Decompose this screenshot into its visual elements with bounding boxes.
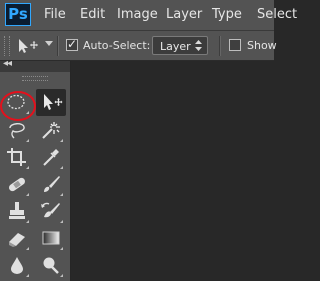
dodge-tool[interactable] bbox=[36, 252, 66, 279]
more-tools-triangle-icon bbox=[60, 220, 63, 223]
divider bbox=[219, 36, 221, 56]
dropdown-value: Layer bbox=[160, 40, 191, 53]
tool-preset-picker[interactable] bbox=[16, 37, 38, 55]
eraser-tool[interactable] bbox=[2, 225, 32, 252]
water-drop-icon bbox=[11, 257, 23, 274]
photoshop-logo: Ps bbox=[5, 3, 31, 26]
chevron-down-icon[interactable] bbox=[45, 41, 53, 46]
menu-layer[interactable]: Layer bbox=[166, 7, 202, 22]
eyedropper-tool[interactable] bbox=[36, 144, 66, 171]
auto-select-label: Auto-Select: bbox=[83, 39, 151, 52]
move-tool-icon bbox=[44, 94, 63, 110]
menu-bar: Ps File Edit Image Layer Type Select bbox=[0, 0, 297, 31]
more-tools-triangle-icon bbox=[60, 139, 63, 142]
crop-tool[interactable] bbox=[2, 144, 32, 171]
more-tools-triangle-icon bbox=[26, 166, 29, 169]
more-tools-triangle-icon bbox=[60, 274, 63, 277]
magic-wand-icon bbox=[42, 122, 60, 139]
more-tools-triangle-icon bbox=[60, 247, 63, 250]
crop-icon bbox=[7, 148, 26, 166]
document-canvas-area[interactable] bbox=[71, 61, 274, 281]
divider bbox=[57, 36, 59, 56]
more-tools-triangle-icon bbox=[26, 220, 29, 223]
menu-edit[interactable]: Edit bbox=[80, 7, 105, 22]
more-tools-triangle-icon bbox=[26, 274, 29, 277]
checkmark-icon: ✓ bbox=[67, 37, 78, 51]
show-label: Show bbox=[247, 39, 277, 52]
collapse-panel-icon[interactable]: ◂◂ bbox=[3, 58, 12, 69]
menu-type[interactable]: Type bbox=[212, 7, 242, 22]
tools-panel-header: ◂◂ bbox=[0, 58, 70, 72]
more-tools-triangle-icon bbox=[26, 139, 29, 142]
spot-healing-brush-tool[interactable] bbox=[2, 171, 32, 198]
brush-icon bbox=[44, 176, 60, 192]
gradient-tool[interactable] bbox=[36, 225, 66, 252]
clone-stamp-tool[interactable] bbox=[2, 198, 32, 225]
auto-select-checkbox[interactable]: ✓ bbox=[66, 37, 78, 51]
more-tools-triangle-icon bbox=[26, 193, 29, 196]
history-brush-icon bbox=[41, 202, 60, 218]
auto-select-target-dropdown[interactable]: Layer bbox=[152, 36, 208, 55]
blur-tool[interactable] bbox=[2, 252, 32, 279]
menu-select[interactable]: Select bbox=[257, 7, 297, 22]
magic-wand-tool[interactable] bbox=[36, 117, 66, 144]
move-tool[interactable] bbox=[36, 89, 66, 116]
history-brush-tool[interactable] bbox=[36, 198, 66, 225]
show-transform-checkbox[interactable] bbox=[229, 39, 241, 51]
more-tools-triangle-icon bbox=[60, 166, 63, 169]
eyedropper-icon bbox=[43, 149, 59, 166]
options-bar-grip[interactable] bbox=[4, 36, 10, 56]
bandage-icon bbox=[8, 177, 26, 192]
gradient-icon bbox=[42, 231, 60, 245]
updown-arrows-icon bbox=[195, 40, 202, 51]
menu-image[interactable]: Image bbox=[117, 7, 158, 22]
eraser-icon bbox=[9, 233, 25, 247]
lasso-tool[interactable] bbox=[2, 117, 32, 144]
more-tools-triangle-icon bbox=[60, 193, 63, 196]
brush-tool[interactable] bbox=[36, 171, 66, 198]
lasso-icon bbox=[9, 123, 25, 139]
more-tools-triangle-icon bbox=[26, 247, 29, 250]
move-tool-icon bbox=[19, 39, 38, 53]
panel-grip[interactable] bbox=[22, 76, 48, 81]
stamp-icon bbox=[9, 202, 25, 219]
menu-file[interactable]: File bbox=[44, 7, 66, 22]
annotation-highlight-circle bbox=[0, 91, 36, 121]
dodge-icon bbox=[43, 257, 59, 274]
options-bar: ✓ Auto-Select: Layer Show bbox=[0, 31, 277, 61]
